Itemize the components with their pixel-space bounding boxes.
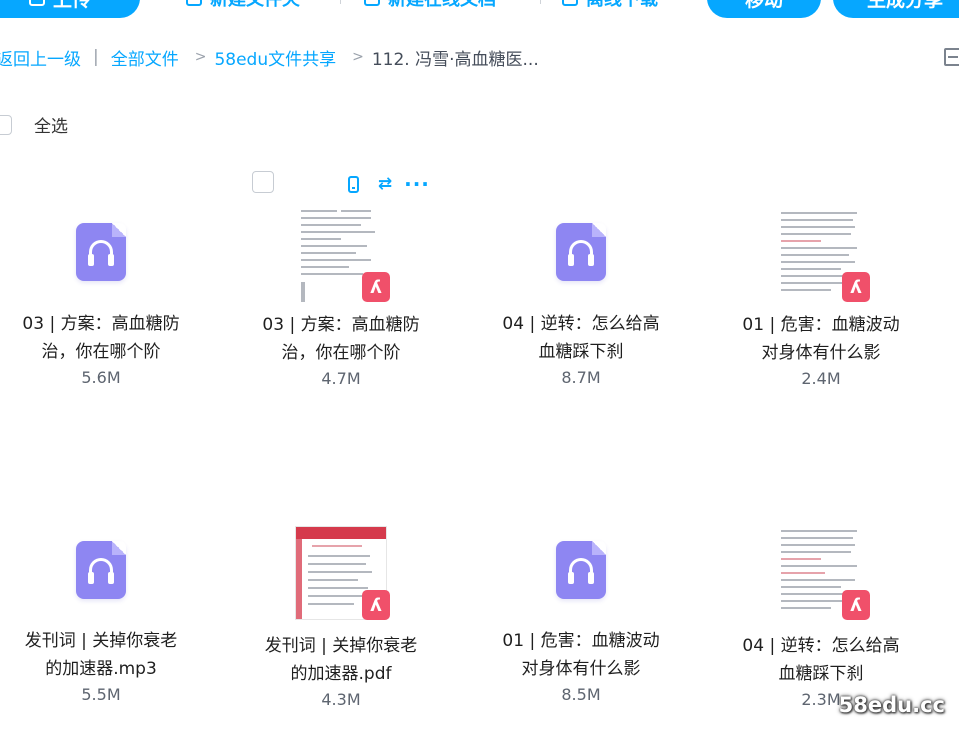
transfer-icon[interactable]: ⇄: [375, 174, 395, 194]
toolbar-divider: [340, 0, 341, 4]
file-size: 2.4M: [801, 369, 841, 388]
view-mode-icon[interactable]: [944, 48, 959, 66]
pdf-icon: [362, 590, 390, 620]
file-item[interactable]: 04 | 逆转：怎么给高血糖踩下刹 2.3M: [721, 526, 921, 709]
doc-plus-icon: [364, 0, 380, 6]
new-folder-button[interactable]: 新建文件夹: [186, 0, 300, 18]
file-item[interactable]: 发刊词 | 关掉你衰老的加速器.pdf 4.3M: [241, 526, 441, 709]
audio-file-icon: [556, 541, 606, 599]
file-name: 发刊词 | 关掉你衰老的加速器.pdf: [264, 636, 418, 684]
download-icon: [562, 0, 578, 6]
breadcrumb-divider: |: [93, 47, 99, 67]
offline-download-label: 离线下载: [586, 0, 658, 11]
folder-plus-icon: [186, 0, 202, 6]
toolbar-divider: [540, 0, 541, 4]
pdf-thumbnail: [775, 526, 870, 620]
audio-file-icon: [76, 541, 126, 599]
file-name: 03 | 方案：高血糖防治，你在哪个阶: [22, 314, 180, 362]
file-item[interactable]: 发刊词 | 关掉你衰老的加速器.mp3 5.5M: [1, 541, 201, 704]
phone-icon[interactable]: [343, 174, 363, 194]
file-name: 04 | 逆转：怎么给高血糖踩下刹: [742, 636, 900, 684]
pdf-thumbnail: [295, 526, 390, 620]
more-icon[interactable]: ···: [404, 174, 429, 194]
breadcrumb-all-files[interactable]: 全部文件: [111, 45, 179, 70]
file-name: 04 | 逆转：怎么给高血糖踩下刹: [502, 314, 660, 362]
file-hover-toolbar: ⇄ ···: [343, 174, 429, 194]
breadcrumb-share-folder[interactable]: 58edu文件共享: [214, 45, 336, 70]
move-button[interactable]: 移动: [707, 0, 821, 18]
generate-share-label: 生成分享: [867, 0, 943, 12]
file-name: 03 | 方案：高血糖防治，你在哪个阶: [262, 315, 420, 363]
generate-share-button[interactable]: 生成分享: [833, 0, 959, 18]
file-item[interactable]: 04 | 逆转：怎么给高血糖踩下刹 8.7M: [481, 223, 681, 387]
file-name: 发刊词 | 关掉你衰老的加速器.mp3: [24, 631, 178, 679]
audio-file-icon: [76, 223, 126, 281]
file-checkbox[interactable]: [252, 171, 274, 193]
pdf-thumbnail: [775, 208, 870, 302]
select-all-label: 全选: [34, 117, 68, 137]
chevron-right-icon: >: [194, 49, 207, 65]
chevron-right-icon: >: [352, 49, 364, 65]
file-name: 01 | 危害：血糖波动对身体有什么影: [742, 315, 900, 363]
upload-icon: [28, 0, 45, 6]
audio-file-icon: [556, 223, 606, 281]
file-item[interactable]: 01 | 危害：血糖波动对身体有什么影 8.5M: [481, 541, 681, 704]
file-size: 4.3M: [321, 690, 361, 709]
file-item[interactable]: 03 | 方案：高血糖防治，你在哪个阶 4.7M: [241, 208, 441, 388]
upload-label: 上传: [53, 0, 91, 12]
upload-button[interactable]: 上传: [0, 0, 140, 18]
select-all[interactable]: 全选: [0, 112, 68, 137]
file-size: 8.7M: [561, 368, 601, 387]
file-item[interactable]: 01 | 危害：血糖波动对身体有什么影 2.4M: [721, 208, 921, 388]
breadcrumb: 返回上一级 | 全部文件 > 58edu文件共享 > 112. 冯雪·高血糖医.…: [0, 45, 539, 70]
new-doc-button[interactable]: 新建在线文档: [364, 0, 496, 18]
watermark: 58edu.cc: [838, 693, 945, 717]
pdf-icon: [842, 590, 870, 620]
file-size: 5.6M: [81, 368, 121, 387]
pdf-thumbnail: [295, 208, 390, 302]
new-doc-label: 新建在线文档: [388, 0, 496, 11]
file-size: 8.5M: [561, 685, 601, 704]
pdf-icon: [362, 272, 390, 302]
file-size: 4.7M: [321, 369, 361, 388]
file-name: 01 | 危害：血糖波动对身体有什么影: [502, 631, 660, 679]
file-item[interactable]: 03 | 方案：高血糖防治，你在哪个阶 5.6M: [1, 223, 201, 387]
back-link[interactable]: 返回上一级: [0, 45, 81, 70]
file-browser: 上传 新建文件夹 新建在线文档 离线下载 移动 生成分享 返回上一级 | 全部文…: [0, 0, 959, 731]
new-folder-label: 新建文件夹: [210, 0, 300, 11]
pdf-icon: [842, 272, 870, 302]
select-all-checkbox[interactable]: [0, 114, 12, 135]
toolbar: 上传 新建文件夹 新建在线文档 离线下载 移动 生成分享: [0, 0, 959, 20]
breadcrumb-current: 112. 冯雪·高血糖医...: [371, 49, 539, 70]
file-size: 5.5M: [81, 685, 121, 704]
move-label: 移动: [745, 0, 783, 12]
offline-download-button[interactable]: 离线下载: [562, 0, 658, 18]
